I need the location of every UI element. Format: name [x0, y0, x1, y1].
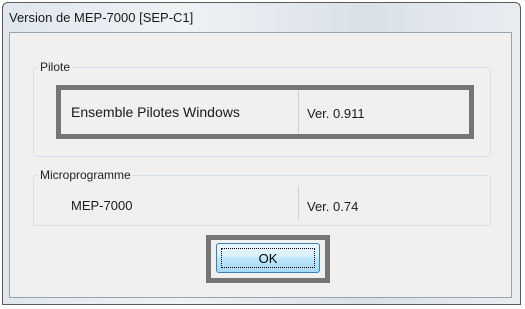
- pilote-name: Ensemble Pilotes Windows: [71, 104, 240, 120]
- ok-button-focus-rect: OK: [221, 248, 315, 268]
- ok-button-label: OK: [258, 250, 278, 266]
- microprogramme-group-legend: Microprogramme: [40, 168, 131, 182]
- microprogramme-name: MEP-7000: [71, 198, 133, 213]
- pilote-group-legend: Pilote: [40, 60, 71, 74]
- title-bar[interactable]: Version de MEP-7000 [SEP-C1]: [3, 3, 520, 33]
- pilote-row: Ensemble Pilotes Windows Ver. 0.911: [61, 90, 469, 134]
- microprogramme-version: Ver. 0.74: [307, 199, 359, 214]
- window-title: Version de MEP-7000 [SEP-C1]: [9, 10, 194, 25]
- microprogramme-row: MEP-7000 Ver. 0.74: [61, 186, 469, 220]
- microprogramme-divider: [298, 186, 299, 220]
- pilote-divider: [298, 90, 299, 134]
- ok-button[interactable]: OK: [216, 243, 320, 273]
- pilote-version: Ver. 0.911: [307, 106, 365, 121]
